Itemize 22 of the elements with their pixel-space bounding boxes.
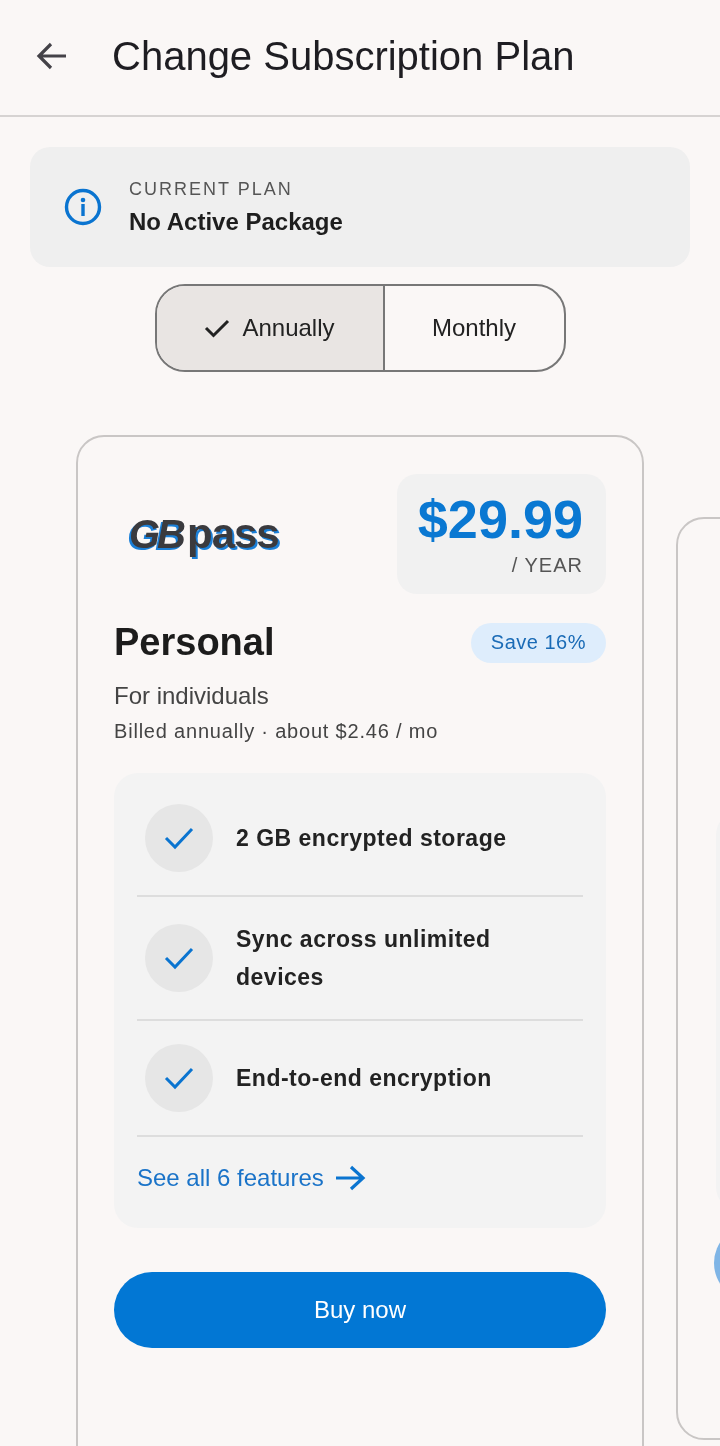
billing-note: Billed annually · about $2.46 / mo <box>114 720 440 743</box>
current-plan-label: CURRENT PLAN <box>129 178 294 200</box>
feature-text: 2 GB encrypted storage <box>236 824 507 853</box>
price-period: / YEAR <box>511 553 583 577</box>
current-plan-value: No Active Package <box>129 207 343 236</box>
billing-period-tab[interactable]: Monthly <box>384 286 564 370</box>
buy-now-button[interactable]: Buy now <box>114 1272 606 1348</box>
feature-text: Sync across unlimited devices <box>236 925 492 992</box>
arrow-right-icon <box>333 1165 366 1191</box>
screen-title: Change Subscription Plan <box>112 34 575 79</box>
check-icon <box>204 318 231 338</box>
savings-badge: Save 16% <box>470 622 606 663</box>
back-button[interactable] <box>36 41 68 70</box>
billing-period-tab[interactable]: Annually <box>156 286 385 370</box>
logo-wordmark: GBpass <box>129 513 279 555</box>
feature-text: End-to-end encryption <box>236 1064 492 1093</box>
info-icon <box>64 188 102 226</box>
plan-audience: For individuals <box>114 682 270 710</box>
plan-name: Personal <box>114 621 275 664</box>
back-arrow-icon <box>36 41 68 70</box>
see-all-features-link[interactable]: See all 6 features <box>137 1164 366 1192</box>
price: $29.99 <box>417 491 583 546</box>
